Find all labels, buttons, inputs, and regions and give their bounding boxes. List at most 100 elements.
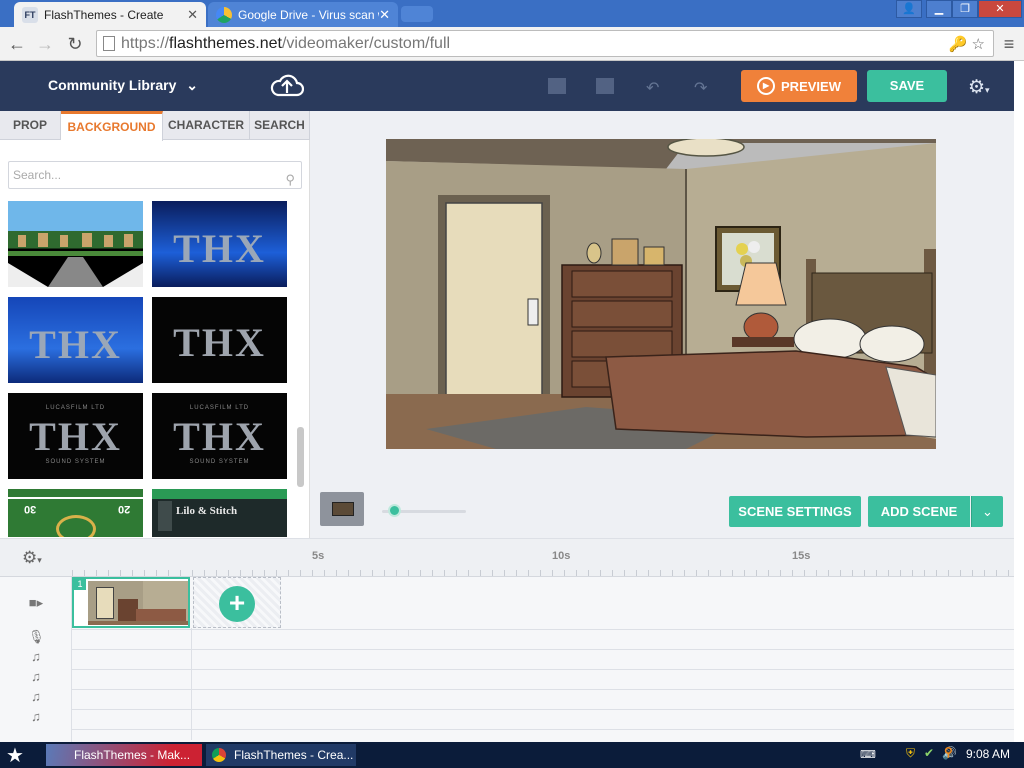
add-scene-dropdown-chevron-icon[interactable]: ⌄ — [971, 496, 1003, 527]
restore-icon[interactable]: ❐ — [952, 0, 978, 18]
new-tab-button[interactable] — [401, 6, 433, 22]
page-icon — [103, 36, 115, 51]
app-header: Community Library ⌄ ↶ ↷ — [0, 61, 1014, 111]
reload-icon[interactable]: ↻ — [64, 33, 86, 55]
scene-clip-1[interactable]: 1 — [72, 577, 190, 628]
minimize-icon[interactable]: ▁ — [926, 0, 952, 18]
music-track-1[interactable] — [72, 650, 1014, 670]
taskbar-item-flashthemes-create[interactable]: FlashThemes - Crea... — [206, 744, 356, 766]
tab-search[interactable]: SEARCH — [250, 111, 310, 140]
thx-logo-text: THX — [173, 226, 266, 271]
redo-icon[interactable]: ↷ — [694, 78, 712, 97]
background-thumb-football-field[interactable]: 30 20 — [8, 489, 143, 537]
background-thumb-thx-lucasfilm[interactable]: LUCASFILM LTD THX SOUND SYSTEM — [8, 393, 143, 479]
search-placeholder: Search... — [13, 168, 62, 182]
taskbar-label: FlashThemes - Mak... — [74, 748, 191, 762]
background-thumb-south-park[interactable] — [8, 201, 143, 287]
tab-flashthemes-create[interactable]: FT FlashThemes - Create ✕ — [14, 2, 206, 27]
music-note-icon: ♫ — [31, 709, 41, 724]
add-scene-button[interactable]: ADD SCENE — [868, 496, 970, 527]
tab-character[interactable]: CHARACTER — [163, 111, 250, 140]
music-track-2[interactable] — [72, 670, 1014, 690]
voice-track[interactable] — [72, 630, 1014, 650]
url-path: /videomaker/custom/full — [281, 34, 451, 52]
menu-icon[interactable]: ≡ — [998, 33, 1020, 55]
address-bar-input[interactable]: https:// flashthemes.net /videomaker/cus… — [96, 30, 994, 57]
thx-logo-text: THX — [173, 320, 266, 365]
search-tray-icon[interactable]: ⚲ — [944, 745, 953, 759]
url-scheme: https:// — [121, 34, 170, 52]
close-tab-icon[interactable]: ✕ — [187, 7, 198, 23]
street-illustration — [8, 233, 143, 287]
music-track-4[interactable] — [72, 710, 1014, 730]
background-thumb-thx-blue[interactable]: THX — [152, 201, 287, 287]
chevron-down-icon: ⌄ — [186, 77, 198, 93]
lucasfilm-text: LUCASFILM LTD — [189, 405, 250, 411]
close-window-icon[interactable]: ✕ — [978, 0, 1022, 18]
forward-icon[interactable]: → — [34, 33, 56, 55]
taskbar-label: FlashThemes - Crea... — [234, 748, 354, 762]
keyboard-icon[interactable]: ⌨ — [860, 748, 876, 761]
search-input[interactable]: Search... ⚲ — [8, 161, 302, 189]
library-scrollbar[interactable] — [297, 427, 304, 487]
background-thumb-thx-blue-2[interactable]: THX — [8, 297, 143, 383]
scene-number: 1 — [74, 579, 86, 590]
browser-toolbar: ← → ↻ https:// flashthemes.net /videomak… — [0, 27, 1024, 61]
background-thumb-thx-dark[interactable]: THX — [152, 297, 287, 383]
thx-logo-text: THX — [173, 414, 266, 459]
library-panel: PROP BACKGROUND CHARACTER SEARCH Search.… — [0, 111, 310, 538]
scene-canvas[interactable] — [386, 139, 936, 449]
user-icon[interactable]: 👤 — [896, 0, 922, 18]
timeline-settings-gear-icon[interactable]: ⚙▾ — [22, 548, 42, 568]
taskbar-item-flashthemes-maker[interactable]: FlashThemes - Mak... — [46, 744, 202, 766]
add-scene-slot[interactable]: + — [193, 577, 281, 628]
network-icon[interactable]: ✔ — [924, 746, 934, 760]
yard-marker-left: 30 — [24, 503, 37, 515]
settings-gear-icon[interactable]: ⚙▾ — [968, 76, 990, 99]
background-thumb-thx-lucasfilm-2[interactable]: LUCASFILM LTD THX SOUND SYSTEM — [152, 393, 287, 479]
tab-prop[interactable]: PROP — [0, 111, 61, 140]
tick-15s: 15s — [792, 550, 811, 562]
library-tabs: PROP BACKGROUND CHARACTER SEARCH — [0, 111, 310, 141]
bedroom-background — [386, 139, 936, 449]
music-note-icon: ♫ — [31, 649, 41, 664]
tab-title: FlashThemes - Create — [44, 7, 164, 22]
security-shield-icon[interactable]: ⛨ — [906, 746, 915, 761]
timeline-ruler[interactable]: ⚙▾ 5s 10s 15s — [0, 539, 1014, 577]
background-thumb-lilo-stitch[interactable]: Lilo & Stitch — [152, 489, 287, 537]
save-button[interactable]: SAVE — [867, 70, 947, 102]
music-note-icon: ♫ — [31, 689, 41, 704]
clock: 9:08 AM — [965, 747, 1010, 761]
back-icon[interactable]: ← — [6, 33, 28, 55]
browser-titlebar: FT FlashThemes - Create ✕ Google Drive -… — [0, 0, 1024, 27]
thx-logo-text: THX — [29, 414, 122, 459]
cloud-upload-icon[interactable] — [270, 71, 304, 99]
close-tab-icon[interactable]: ✕ — [379, 7, 390, 23]
library-dropdown[interactable]: Community Library ⌄ — [48, 77, 198, 94]
sound-system-text: SOUND SYSTEM — [189, 459, 250, 465]
lucasfilm-text: LUCASFILM LTD — [45, 405, 106, 411]
add-scene-plus-icon[interactable]: + — [219, 586, 255, 622]
search-icon[interactable]: ⚲ — [285, 167, 295, 193]
bookmark-star-icon[interactable]: 🔑 ☆ — [949, 35, 985, 53]
timeline-divider — [191, 628, 192, 740]
scene-settings-button[interactable]: SCENE SETTINGS — [729, 496, 861, 527]
zoom-slider-handle[interactable] — [388, 504, 401, 517]
preview-button[interactable]: ▶ PREVIEW — [741, 70, 857, 102]
tab-google-drive[interactable]: Google Drive - Virus scan wa ✕ — [208, 2, 398, 27]
library-title: Community Library — [48, 77, 177, 93]
camera-icon: ■▸ — [28, 595, 44, 610]
start-star-icon[interactable]: ★ — [6, 743, 24, 768]
copy-icon[interactable] — [548, 78, 566, 94]
url-host: flashthemes.net — [169, 34, 282, 52]
tick-5s: 5s — [312, 550, 325, 562]
paste-icon[interactable] — [596, 78, 614, 94]
sound-system-text: SOUND SYSTEM — [45, 459, 106, 465]
scene-thumbnail-button[interactable] — [320, 492, 364, 526]
microphone-icon: 🎙 — [28, 629, 45, 644]
tick-10s: 10s — [552, 550, 571, 562]
music-track-3[interactable] — [72, 690, 1014, 710]
undo-icon[interactable]: ↶ — [646, 78, 664, 97]
tab-background[interactable]: BACKGROUND — [61, 111, 163, 141]
timeline: ⚙▾ 5s 10s 15s ■▸ 🎙 ♫ ♫ ♫ ♫ — [0, 538, 1014, 743]
